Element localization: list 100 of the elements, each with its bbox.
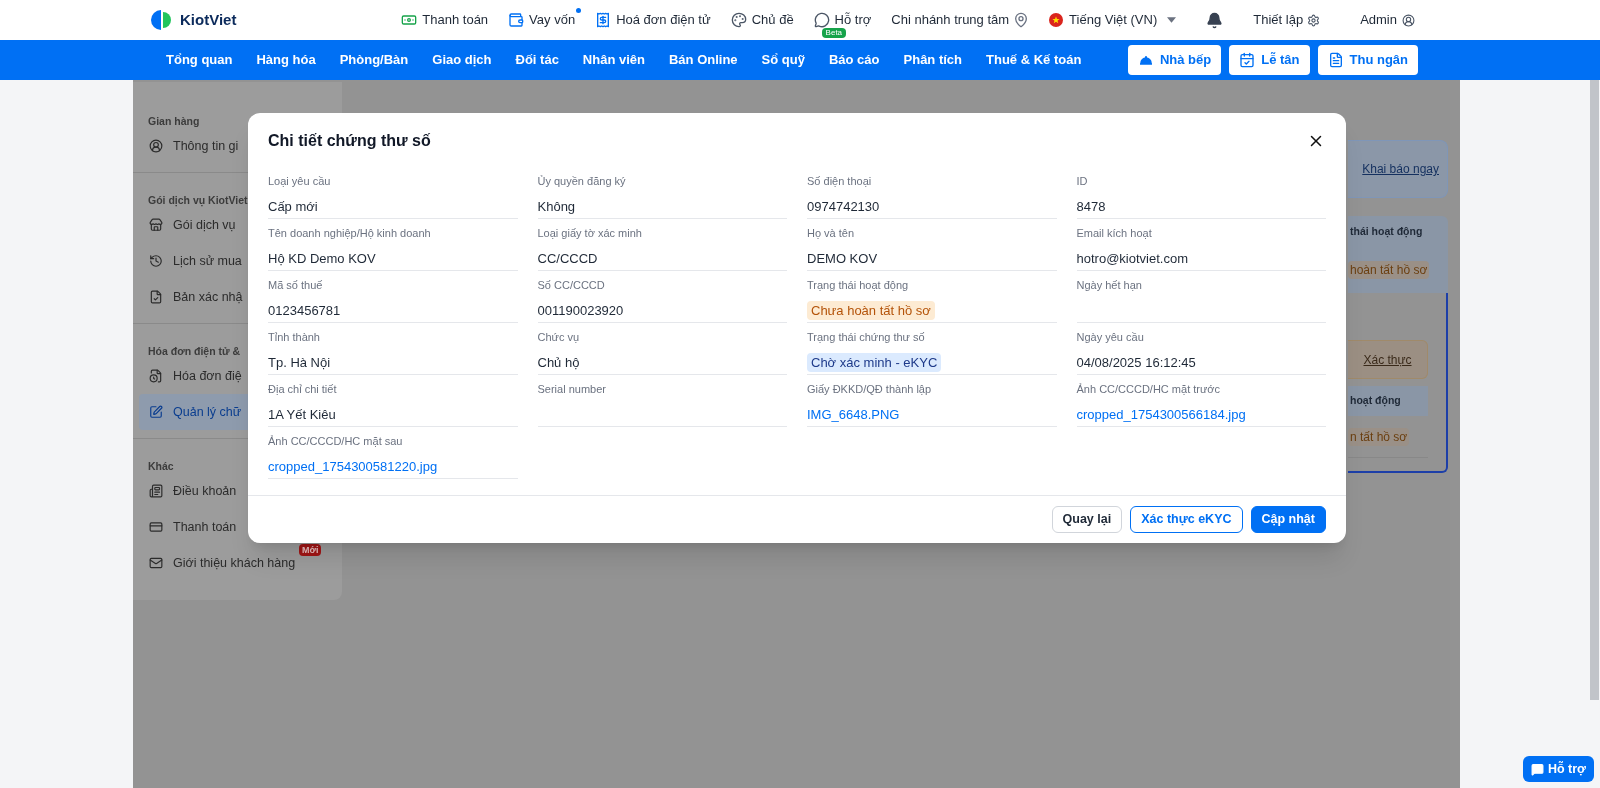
field-value: Chủ hộ — [537, 353, 580, 372]
dialog-button[interactable]: Quay lại — [1051, 506, 1123, 533]
dialog-button[interactable]: Cập nhật — [1250, 506, 1326, 533]
field-label: Loại yêu cầu — [268, 174, 332, 189]
field-value: 0123456781 — [268, 301, 341, 320]
field-value: 001190023920 — [537, 301, 624, 320]
column-header: hoạt động — [1350, 393, 1401, 409]
nav-item[interactable]: Đối tác — [515, 50, 559, 70]
nav-item[interactable]: Tổng quan — [166, 50, 233, 70]
field-label: Ảnh CC/CCCD/HC mặt sau — [268, 434, 404, 449]
field-label: Mã số thuế — [268, 278, 324, 293]
card-icon — [149, 520, 163, 534]
palette-icon — [730, 12, 747, 28]
dialog-title: Chi tiết chứng thư số — [268, 131, 431, 151]
logo-icon — [150, 8, 174, 32]
header-link[interactable]: Hoá đơn điện tử — [595, 10, 711, 30]
mail-icon — [149, 556, 163, 570]
store-icon — [149, 218, 163, 232]
caret-icon — [1167, 17, 1177, 23]
chat-icon — [1530, 762, 1544, 776]
flag-icon — [1049, 13, 1064, 27]
header-link[interactable]: Vay vốn — [508, 10, 576, 30]
document-icon — [149, 290, 163, 304]
field-label: Tên doanh nghiệp/Hộ kinh doanh — [268, 226, 432, 241]
field-value: Cấp mới — [268, 197, 318, 216]
bell-icon[interactable] — [1206, 11, 1224, 29]
nav-item[interactable]: Thuế & Kế toán — [986, 50, 1082, 70]
chat-icon — [813, 12, 830, 28]
nav-button[interactable]: Nhà bếp — [1127, 45, 1222, 75]
calendar-icon — [1239, 52, 1256, 68]
dialog-button[interactable]: Xác thực eKYC — [1130, 506, 1243, 533]
field-value: CC/CCCD — [537, 249, 598, 268]
nav-button[interactable]: Lễ tân — [1229, 45, 1310, 75]
nav-button[interactable]: Thu ngân — [1317, 45, 1418, 75]
field-label: Số CC/CCCD — [537, 278, 606, 293]
field-value: 8478 — [1076, 197, 1106, 216]
field-label: Chức vụ — [537, 330, 581, 345]
section-title: Hóa đơn điện tử & — [148, 345, 241, 357]
field-label: Ngày yêu cầu — [1076, 330, 1145, 345]
document-icon — [1327, 52, 1344, 68]
field-label: Tỉnh thành — [268, 330, 321, 345]
user-menu[interactable]: Admin — [1360, 10, 1415, 30]
field-label: Ủy quyền đăng ký — [537, 174, 627, 189]
newspaper-icon — [149, 484, 163, 498]
sidebar-item[interactable]: Thanh toán — [139, 509, 336, 545]
header-link[interactable]: Chủ đề — [730, 10, 794, 30]
field-label: Ảnh CC/CCCD/HC mặt trước — [1076, 382, 1222, 397]
file-link[interactable]: IMG_6648.PNG — [807, 404, 900, 425]
pin-icon — [1013, 12, 1030, 28]
logo-text: KiotViet — [180, 9, 237, 30]
support-button[interactable]: Hỗ trợ — [1522, 756, 1594, 782]
field-label: Ngày hết hạn — [1076, 278, 1143, 293]
settings-link[interactable]: Thiết lập — [1253, 10, 1321, 30]
field-value: 0974742130 — [807, 197, 880, 216]
field-label: Giấy ĐKKD/QĐ thành lập — [807, 382, 933, 397]
field-label: Họ và tên — [807, 226, 856, 241]
field-label: Trạng thái chứng thư số — [807, 330, 926, 345]
field-value: 04/08/2025 16:12:45 — [1076, 353, 1196, 372]
language-selector[interactable]: Tiếng Việt (VN) — [1049, 10, 1177, 30]
field-label: Trạng thái hoạt động — [807, 278, 910, 293]
field-value: hotro@kiotviet.com — [1076, 249, 1188, 268]
nav-item[interactable]: Sổ quỹ — [761, 50, 805, 70]
field-value: Không — [537, 197, 576, 216]
field-value: DEMO KOV — [807, 249, 878, 268]
status-badge: Chờ xác minh - eKYC — [807, 352, 942, 373]
field-label: Số điện thoại — [807, 174, 873, 189]
document-clock-icon — [149, 369, 163, 383]
nav-item[interactable]: Báo cáo — [828, 50, 880, 70]
nav-item[interactable]: Phòng/Bàn — [339, 50, 409, 70]
new-badge: Mới — [299, 544, 322, 556]
declare-link[interactable]: Khai báo ngay — [1362, 160, 1439, 178]
nav-item[interactable]: Hàng hóa — [256, 50, 316, 70]
field-label: Loại giấy tờ xác minh — [537, 226, 643, 241]
field-value: Tp. Hà Nội — [268, 353, 331, 372]
sidebar-item[interactable]: Giới thiệu khách hàng Mới — [139, 545, 336, 581]
scrollbar[interactable] — [1590, 80, 1599, 700]
status-badge: hoàn tất hồ sơ — [1348, 261, 1430, 279]
field-value: Hộ KD Demo KOV — [268, 249, 376, 268]
status-badge: Chưa hoàn tất hồ sơ — [807, 300, 935, 321]
section-title: Gói dịch vụ KiotViet — [148, 194, 248, 206]
header-link[interactable]: Hỗ trợ — [813, 10, 872, 30]
receipt-icon — [595, 12, 612, 28]
file-link[interactable]: cropped_1754300566184.jpg — [1076, 404, 1246, 425]
nav-item[interactable]: Nhân viên — [582, 50, 645, 70]
nav-item[interactable]: Giao dịch — [432, 50, 492, 70]
edit-icon — [149, 405, 163, 419]
user-icon — [149, 139, 163, 153]
wallet-icon — [508, 12, 525, 28]
header-link[interactable]: Thanh toán — [401, 10, 489, 30]
field-label: Serial number — [537, 382, 607, 397]
settings-icon — [1307, 13, 1321, 27]
field-label: ID — [1076, 174, 1089, 189]
field-label: Email kích hoạt — [1076, 226, 1153, 241]
nav-item[interactable]: Phân tích — [903, 50, 963, 70]
history-icon — [149, 254, 163, 268]
nav-item[interactable]: Bán Online — [669, 50, 738, 70]
beta-badge: Beta — [821, 28, 847, 39]
branch-selector[interactable]: Chi nhánh trung tâm — [891, 10, 1030, 30]
section-title: Khác — [148, 460, 174, 472]
status-badge: n tất hồ sơ — [1348, 427, 1410, 446]
